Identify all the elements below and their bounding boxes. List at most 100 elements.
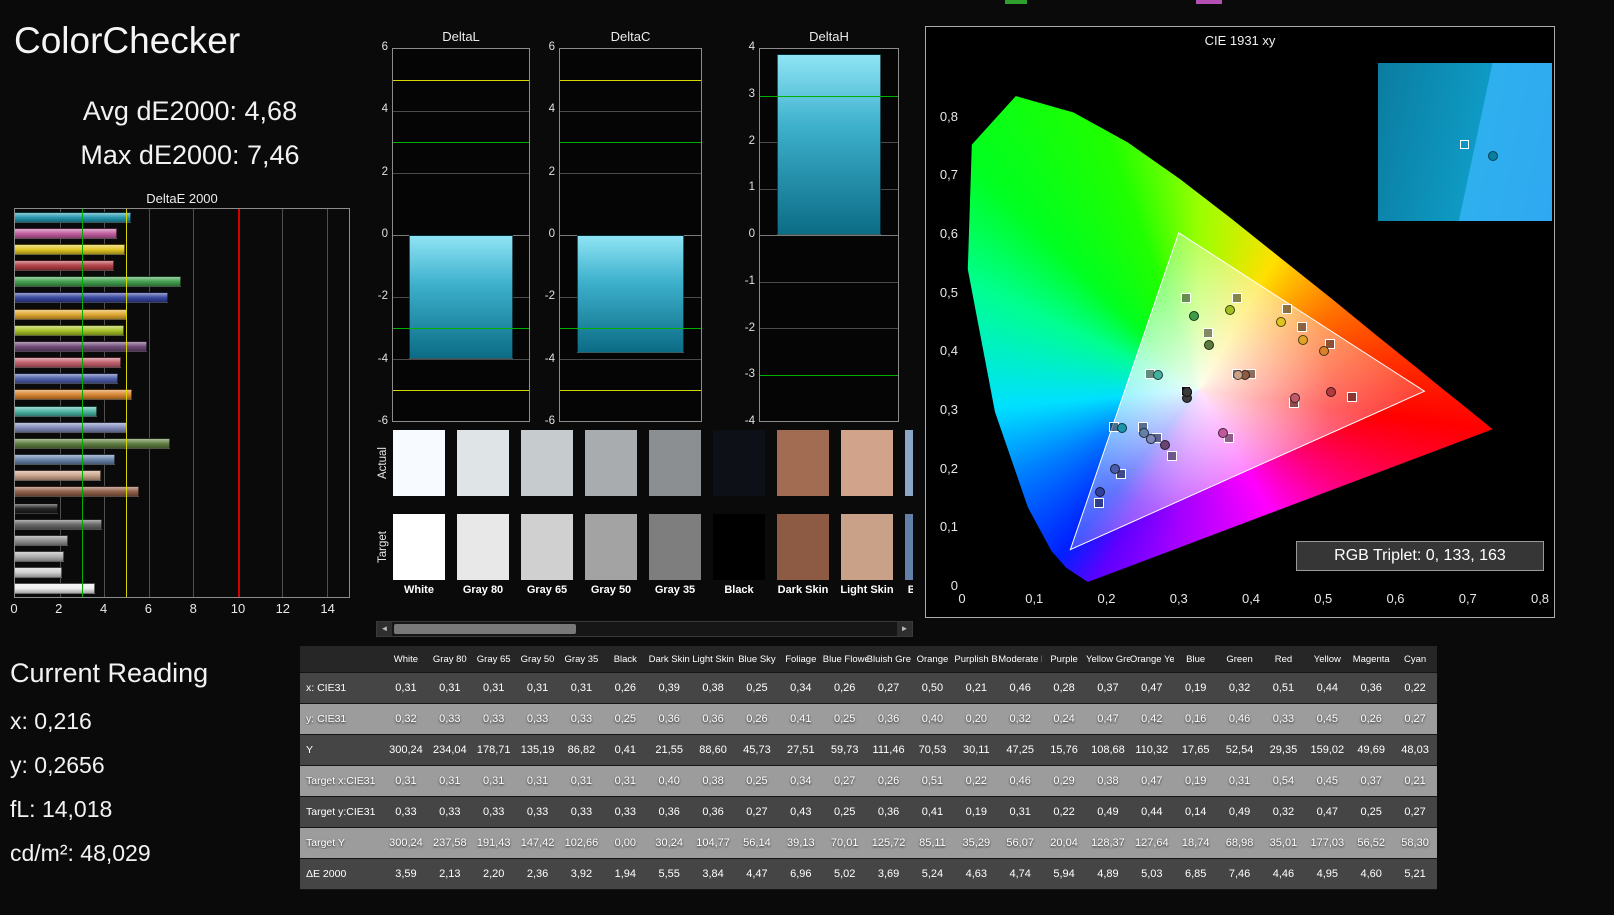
deltah-limit-line [760, 374, 898, 376]
patch-actual-gray-80 [457, 430, 509, 496]
deltae-bar-purplish-blue [15, 373, 119, 385]
deltal-tick-label: 6 [381, 41, 388, 53]
deltae-gridline [193, 209, 195, 597]
table-cell: 5,55 [658, 868, 680, 880]
table-cell: 4,89 [1097, 868, 1119, 880]
table-cell: 0,51 [1272, 682, 1295, 694]
cie-xtick-label: 0,7 [1458, 591, 1477, 606]
deltah-tick-label: 3 [748, 87, 755, 100]
scroll-left-button[interactable]: ◄ [377, 622, 392, 636]
table-cell: 0,33 [395, 806, 417, 818]
table-col-header-purplish-blue: Purplish Blue [954, 653, 998, 665]
deltae-gridline [148, 209, 150, 597]
cie-ytick-label: 0,8 [939, 108, 958, 124]
table-cell: 27,51 [787, 744, 815, 756]
deltae-ticks: 0 2 4 6 8 10 12 14 [10, 598, 350, 620]
deltal-gridline [393, 359, 529, 360]
current-reading-title: Current Reading [10, 658, 209, 688]
table-col-header-magenta: Magenta [1352, 653, 1390, 665]
table-cell: 5,03 [1141, 868, 1163, 880]
deltae-bar-orange [15, 389, 132, 401]
avg-de2000-readout: Avg dE2000: 4,68 [82, 96, 298, 126]
patch-actual-gray-65 [521, 430, 573, 496]
cie-target-orange-yellow [1296, 321, 1307, 332]
table-cell: 0,20 [965, 713, 988, 725]
table-cell: 0,40 [921, 713, 944, 725]
table-cell: 17,65 [1181, 744, 1210, 756]
table-cell: 70,01 [830, 837, 859, 849]
table-cell: 0,38 [1097, 775, 1119, 787]
table-col-header-gray-50: Gray 50 [520, 653, 555, 665]
table-cell: 35,29 [962, 837, 991, 849]
table-cell: 6,96 [790, 868, 812, 880]
cie-ytick-label: 0,6 [939, 225, 958, 241]
table-cell: 0,31 [526, 775, 549, 787]
table-cell: 102,66 [564, 837, 599, 849]
deltac-chart: DeltaC 6 4 2 0 -2 -4 -6 [537, 28, 702, 427]
table-cell: 191,43 [476, 837, 511, 849]
table-cell: 0,27 [1404, 713, 1426, 725]
table-cell: 0,29 [1053, 775, 1075, 787]
deltae-tick-label: 4 [99, 601, 108, 616]
deltae-tick-label: 10 [230, 601, 246, 616]
deltah-tick-label: -1 [744, 274, 755, 287]
actual-row-label: Actual [377, 447, 389, 479]
cie-ytick-label: 0,1 [939, 519, 958, 535]
top-edge-artifact-magenta [1196, 0, 1222, 4]
table-col-header-foliage: Foliage [785, 653, 817, 665]
table-cell: 30,11 [962, 744, 990, 756]
current-patch-inset [1378, 63, 1552, 221]
deltah-tick-label: 1 [748, 181, 755, 194]
cie-measured-yellow [1275, 317, 1286, 327]
cie-target-yellow-green [1231, 292, 1242, 303]
patch-name-gray-65: Gray 65 [526, 584, 568, 596]
cie-target-yellow [1282, 304, 1293, 315]
deltae-bar-gray-50 [15, 534, 68, 546]
deltac-tick-label: 4 [548, 103, 555, 116]
table-cell: 135,19 [520, 744, 555, 756]
table-cell: 0,27 [1404, 806, 1426, 818]
table-cell: 30,24 [655, 837, 683, 849]
deltae-bar-cyan [15, 211, 131, 223]
table-cell: 0,31 [482, 775, 505, 787]
table-cell: 0,36 [877, 713, 900, 725]
table-cell: 0,19 [965, 806, 988, 818]
table-cell: 35,01 [1269, 837, 1298, 849]
table-col-header-moderate-red: Moderate Red [998, 653, 1042, 665]
table-cell: 0,33 [482, 806, 505, 818]
table-col-header-purple: Purple [1050, 653, 1078, 665]
table-cell: 0,25 [1360, 806, 1382, 818]
table-row-target-y: Target Y 300,24 237,58 191,43 147,42 102,66 0,… [300, 828, 1437, 859]
patch-name-blue-sky: Blue Sky [907, 584, 913, 596]
patch-actual-gray-50 [585, 430, 637, 496]
deltal-plot [392, 48, 530, 422]
scroll-right-button[interactable]: ► [897, 622, 912, 636]
table-cell: 1,94 [614, 868, 637, 880]
table-cell: 0,19 [1184, 775, 1207, 787]
table-row-label: y: CIE31 [306, 713, 347, 725]
deltae-bar-gray-35 [15, 518, 103, 530]
patch-name-gray-80: Gray 80 [462, 584, 504, 596]
deltal-limit-line [393, 80, 529, 81]
current-reading-y: y: 0,2656 [10, 752, 105, 778]
scrollbar-thumb[interactable] [394, 624, 576, 634]
deltae-bar-gray-65 [15, 551, 64, 562]
cie-panel: CIE 1931 xy 0,8 0,7 0,6 0,5 0,4 0,3 0,2 0,1 0 00… [925, 26, 1555, 618]
cie-measured-bluish-green [1153, 369, 1164, 380]
table-cell: 0,27 [833, 775, 856, 787]
table-row-label: Target Y [306, 837, 345, 849]
table-cell: 47,25 [1006, 744, 1034, 756]
table-cell: 0,31 [1009, 806, 1031, 818]
deltal-labels: 6 4 2 0 -2 -4 -6 [370, 41, 392, 427]
table-cell: 127,64 [1134, 837, 1169, 849]
patch-scrollbar[interactable]: ◄ ► [376, 621, 913, 637]
table-cell: 0,22 [1053, 806, 1075, 818]
patch-actual-gray-35 [649, 430, 701, 496]
deltae2000-chart-title: DeltaE 2000 [146, 191, 218, 206]
table-cell: 111,46 [872, 744, 905, 756]
table-cell: 0,50 [921, 682, 944, 694]
patch-strip-columns: White Gray 80 Gray 65 Gray 50 Gray 35 Black Da… [393, 424, 913, 620]
deltae-bar-blue-sky [15, 454, 115, 465]
table-cell: 0,42 [1141, 713, 1163, 725]
table-cell: 0,34 [790, 775, 812, 787]
